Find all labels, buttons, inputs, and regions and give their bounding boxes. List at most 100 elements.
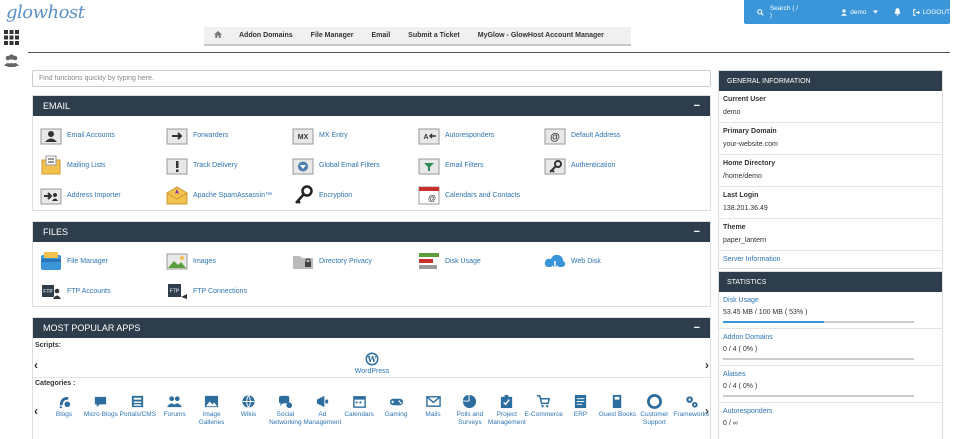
category-mails[interactable]: Mails [413,394,453,419]
categories-prev-arrow[interactable]: ‹ [34,404,38,418]
function-search-input[interactable] [32,70,711,87]
logout-label: LOGOUT [922,8,950,16]
erp-icon [561,394,601,409]
category-calendars[interactable]: Calendars [339,394,379,419]
mails-icon [413,394,453,409]
category-guest-books[interactable]: Guest Books [598,394,638,419]
address-importer-link[interactable]: Address Importer [39,184,121,206]
svg-text:FTP: FTP [170,289,180,295]
category-blogs[interactable]: Blogs [44,394,84,419]
category-portals-cms[interactable]: Portals/CMS [118,394,158,419]
category-customer-support[interactable]: Customer Support [634,394,674,427]
category-label: Project Management [487,411,526,426]
category-erp[interactable]: ERP [561,394,601,419]
globe-filter-icon [291,154,315,176]
ftp-connections-link[interactable]: FTP FTP Connections [165,280,247,302]
scripts-next-arrow[interactable]: › [705,358,709,372]
glowhost-logo[interactable]: glowhost [6,1,85,23]
divider [28,52,950,53]
authentication-link[interactable]: Authentication [543,154,615,176]
stat-link[interactable]: Aliases [723,370,938,380]
user-name: demo [850,8,867,16]
frameworks-icon [671,394,711,409]
directory-privacy-link[interactable]: Directory Privacy [291,250,372,272]
server-information-link[interactable]: Server Information [723,256,781,263]
collapse-button[interactable]: − [694,100,700,112]
category-label: Frameworks [673,411,710,418]
disk-usage-link[interactable]: Disk Usage [417,250,481,272]
category-image-galleries[interactable]: Image Galleries [192,394,232,427]
forums-icon [155,394,195,409]
file-manager-link[interactable]: File Manager [39,250,108,272]
general-info-header: GENERAL INFORMATION [719,71,942,91]
home-nav[interactable] [204,31,230,40]
encryption-key-icon [291,184,315,206]
category-e-commerce[interactable]: E-Commerce [524,394,564,419]
category-frameworks[interactable]: Frameworks [671,394,711,419]
notifications-button[interactable] [893,8,901,16]
email-filters-link[interactable]: Email Filters [417,154,484,176]
search-trigger[interactable]: Search ( / ) [757,5,801,19]
mx-entry-icon: MX [291,124,315,146]
ftp-accounts-link[interactable]: FTP FTP Accounts [39,280,110,302]
default-address-link[interactable]: @ Default Address [543,124,620,146]
ftp-connections-icon: FTP [165,280,189,302]
category-polls-and-surveys[interactable]: Polls and Surveys [450,394,490,427]
blogs-icon [44,394,84,409]
category-label: Calendars [344,411,374,418]
nav-myglow[interactable]: MyGlow - GlowHost Account Manager [469,32,613,39]
email-panel-header[interactable]: EMAIL − [33,96,710,116]
address-importer-icon [39,184,63,206]
category-project-management[interactable]: Project Management [487,394,527,427]
files-panel-header[interactable]: FILES − [33,222,710,242]
users-icon[interactable] [4,53,19,68]
category-forums[interactable]: Forums [155,394,195,419]
wordpress-label: WordPress [354,368,390,375]
calendars-contacts-link[interactable]: @ Calendars and Contacts [417,184,520,206]
stat-row-addon-domains: Addon Domains 0 / 4 ( 0% ) [719,329,942,366]
disk-usage-icon [417,250,441,272]
logout-button[interactable]: LOGOUT [912,8,950,16]
user-menu[interactable]: demo [841,8,878,16]
category-label: Social Networking [269,411,302,426]
mailing-lists-link[interactable]: Mailing Lists [39,154,106,176]
category-label: Portals/CMS [119,411,157,418]
category-label: Ad Management [303,411,342,426]
category-micro-blogs[interactable]: Micro Blogs [81,394,121,419]
category-wikis[interactable]: Wikis [229,394,269,419]
usage-bar [723,358,914,360]
files-panel: FILES − File Manager Images Directory Pr… [32,221,711,307]
category-social-networking[interactable]: Social Networking [265,394,305,427]
nav-addon-domains[interactable]: Addon Domains [230,32,302,39]
nav-email[interactable]: Email [362,32,399,39]
apps-panel-header[interactable]: MOST POPULAR APPS − [33,318,710,338]
forwarders-link[interactable]: Forwarders [165,124,228,146]
spamassassin-link[interactable]: Apache SpamAssassin™ [165,184,272,206]
nav-file-manager[interactable]: File Manager [302,32,363,39]
encryption-link[interactable]: Encryption [291,184,352,206]
social-networking-icon [265,394,305,409]
category-ad-management[interactable]: Ad Management [302,394,342,427]
nav-submit-ticket[interactable]: Submit a Ticket [399,32,469,39]
email-accounts-link[interactable]: Email Accounts [39,124,115,146]
calendars-icon [339,394,379,409]
category-gaming[interactable]: Gaming [376,394,416,419]
autoresponders-link[interactable]: A Autoresponders [417,124,494,146]
collapse-button[interactable]: − [694,322,700,334]
web-disk-link[interactable]: Web Disk [543,250,601,272]
track-delivery-link[interactable]: Track Delivery [165,154,237,176]
scripts-prev-arrow[interactable]: ‹ [34,358,38,372]
images-link[interactable]: Images [165,250,216,272]
global-email-filters-link[interactable]: Global Email Filters [291,154,380,176]
logout-icon [912,8,920,16]
apps-grid-icon[interactable] [4,30,19,45]
stat-link[interactable]: Disk Usage [723,296,938,306]
stat-link[interactable]: Addon Domains [723,333,938,343]
mx-entry-link[interactable]: MX MX Entry [291,124,348,146]
portals-cms-icon [118,394,158,409]
collapse-button[interactable]: − [694,226,700,238]
email-filters-icon [417,154,441,176]
wordpress-app[interactable]: W WordPress [345,352,399,375]
stat-link[interactable]: Autoresponders [723,407,938,417]
category-label: ERP [573,411,588,418]
